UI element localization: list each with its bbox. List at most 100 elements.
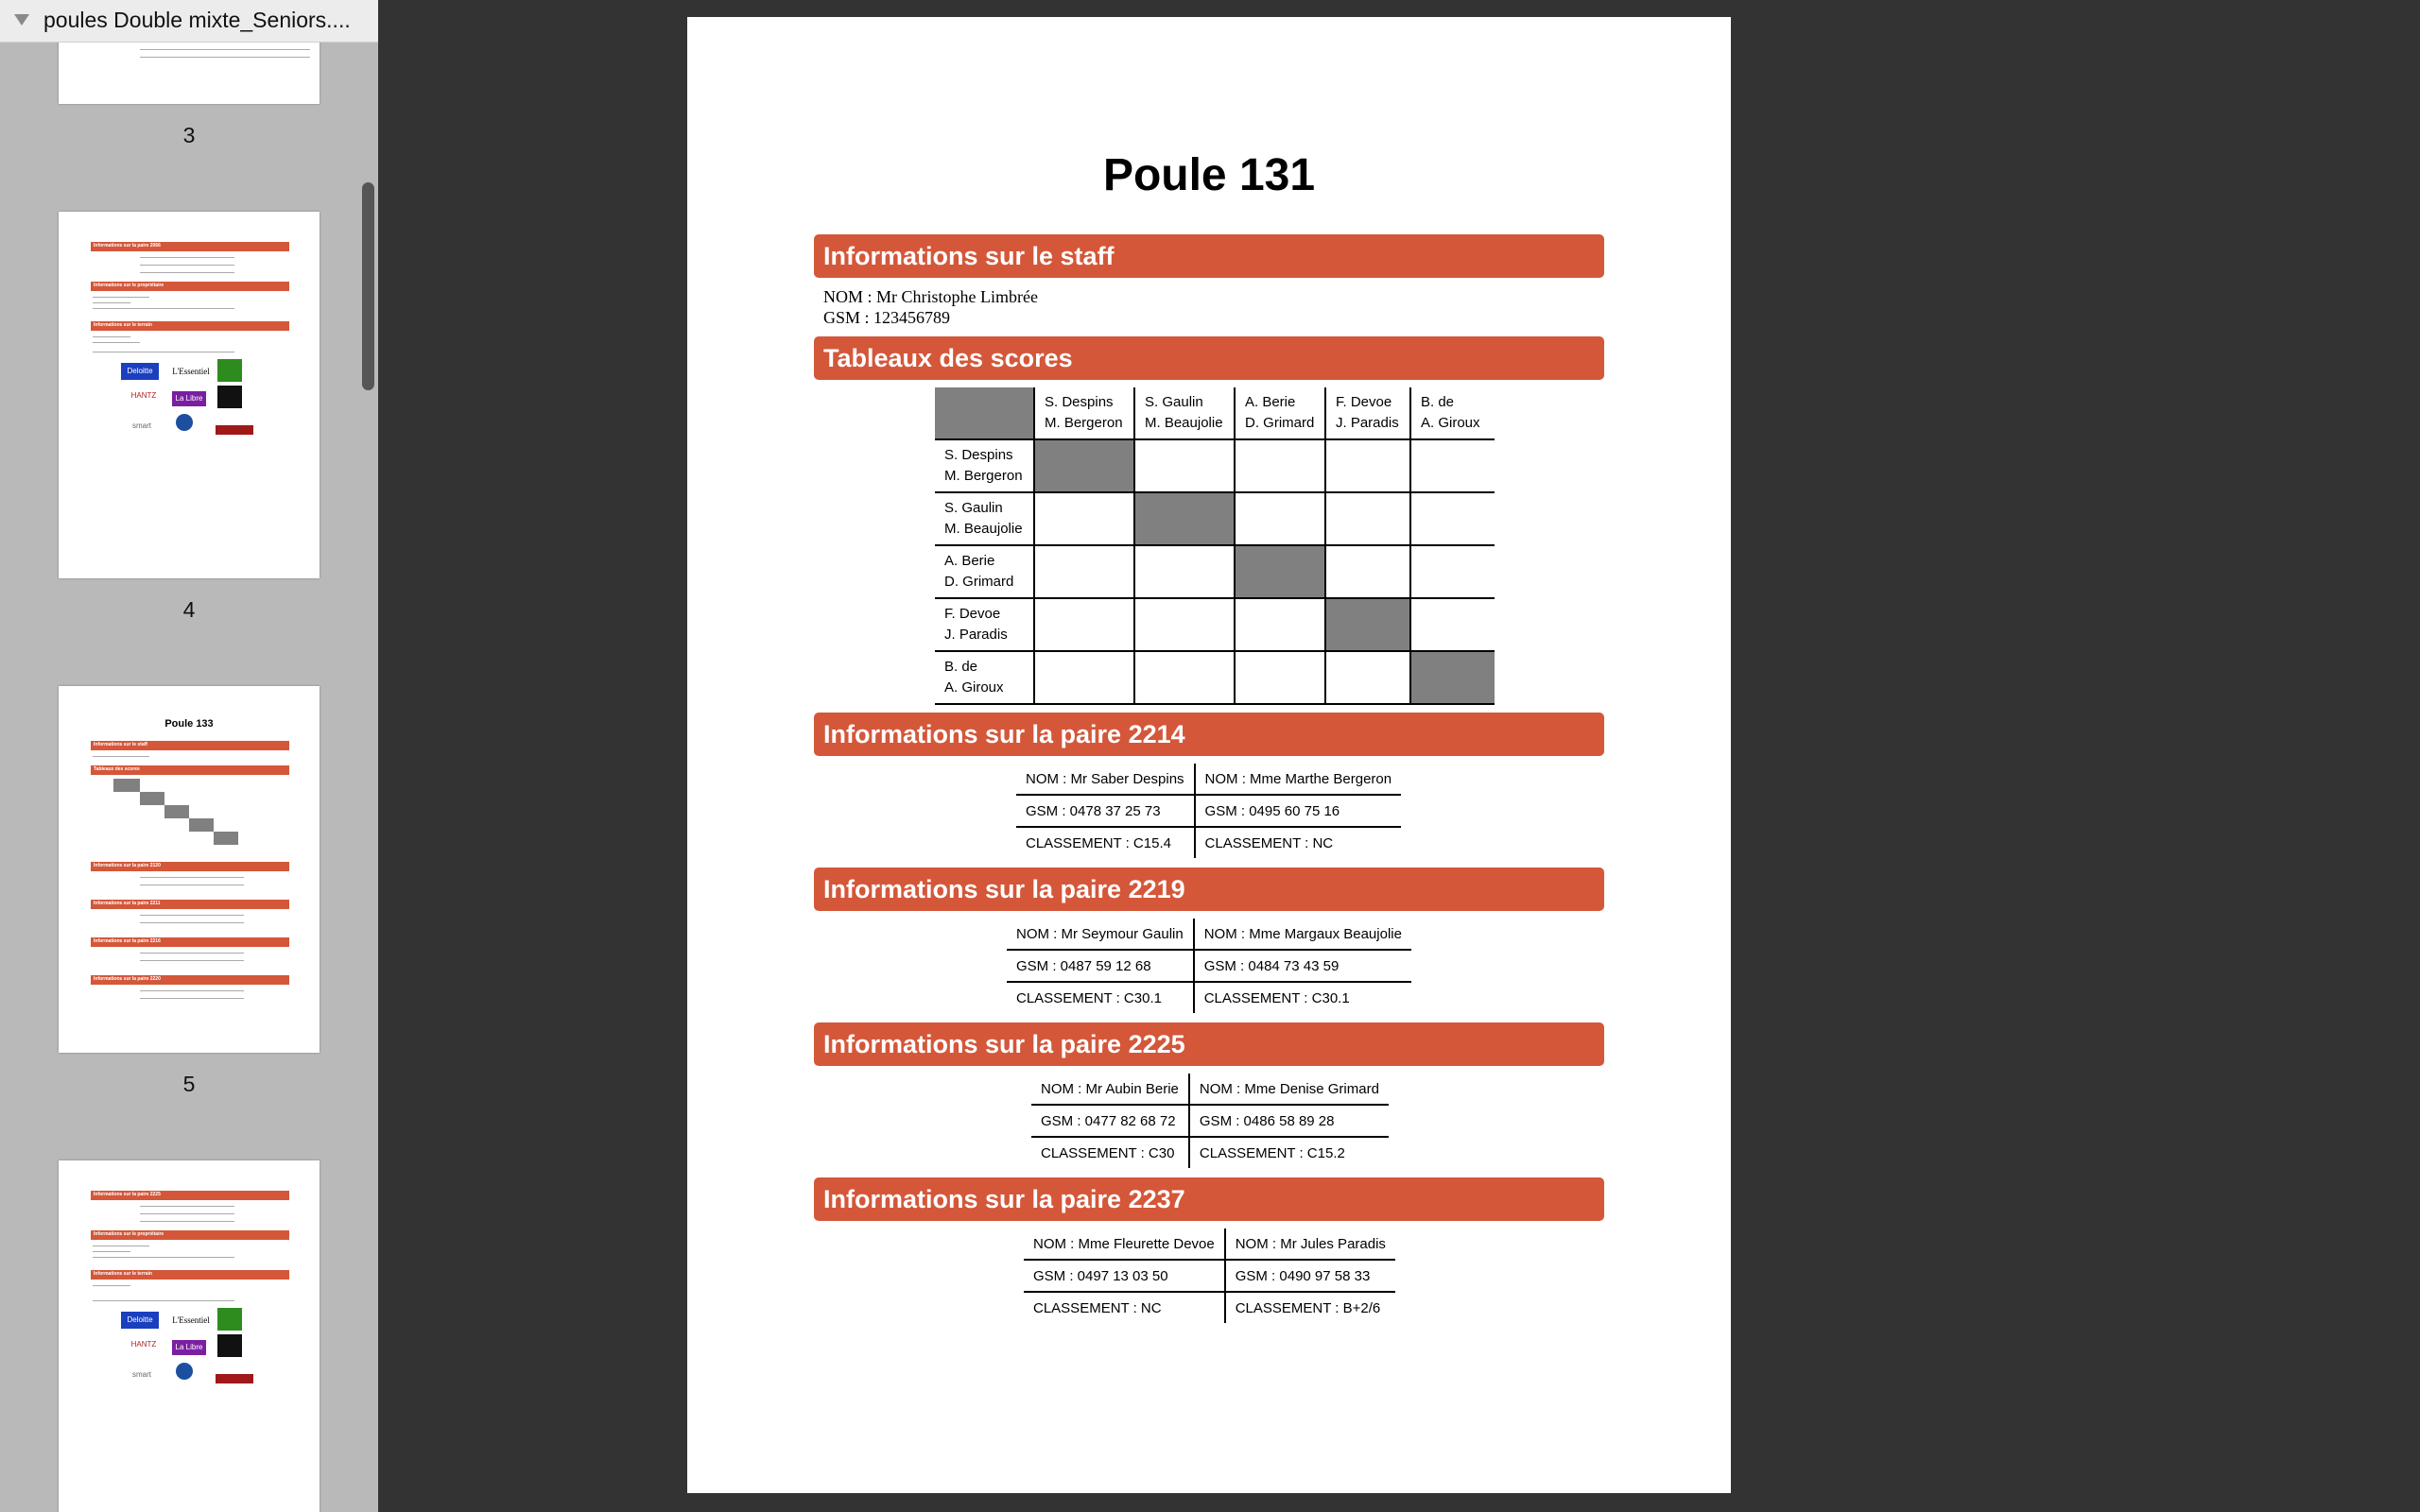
score-cell bbox=[1324, 544, 1411, 599]
player1-name: NOM : Mr Aubin Berie bbox=[1031, 1074, 1190, 1106]
table-row: A. Berie D. Grimard bbox=[935, 544, 1495, 599]
score-cell bbox=[1409, 650, 1495, 705]
player2-name: NOM : Mme Denise Grimard bbox=[1188, 1074, 1389, 1106]
table-row: GSM : 0487 59 12 68 GSM : 0484 73 43 59 bbox=[1007, 950, 1411, 983]
sidebar-header: poules Double mixte_Seniors.... bbox=[0, 0, 378, 43]
table-row: NOM : Mr Aubin Berie NOM : Mme Denise Gri… bbox=[1031, 1074, 1389, 1106]
score-cell bbox=[1133, 597, 1236, 652]
corner-cell bbox=[935, 387, 1035, 440]
section-pair-2225: Informations sur la paire 2225 bbox=[814, 1022, 1604, 1066]
score-cell bbox=[1409, 438, 1495, 493]
score-cell bbox=[1234, 544, 1326, 599]
table-header-row: S. Despins M. Bergeron S. Gaulin M. Beaujo… bbox=[935, 387, 1495, 440]
disclosure-triangle-icon[interactable] bbox=[14, 14, 29, 26]
score-cell bbox=[1033, 438, 1135, 493]
table-row: GSM : 0477 82 68 72 GSM : 0486 58 89 28 bbox=[1031, 1105, 1389, 1138]
row-header: S. Gaulin M. Beaujolie bbox=[935, 491, 1035, 546]
player2-rank: CLASSEMENT : C15.2 bbox=[1199, 1144, 1345, 1161]
row-header: B. de A. Giroux bbox=[935, 650, 1035, 705]
player2-rank: CLASSEMENT : C30.1 bbox=[1203, 989, 1350, 1006]
section-title: Tableaux des scores bbox=[823, 344, 1073, 372]
player1-gsm: GSM : 0487 59 12 68 bbox=[1007, 950, 1195, 983]
table-row: CLASSEMENT : C30 CLASSEMENT : C15.2 bbox=[1031, 1137, 1389, 1168]
score-cell bbox=[1033, 650, 1135, 705]
score-cell bbox=[1324, 491, 1411, 546]
section-pair-2214: Informations sur la paire 2214 bbox=[814, 713, 1604, 756]
pair-table: NOM : Mme Fleurette Devoe NOM : Mr Jules … bbox=[1024, 1228, 1395, 1323]
score-cell bbox=[1033, 597, 1135, 652]
score-cell bbox=[1324, 650, 1411, 705]
score-cell bbox=[1234, 597, 1326, 652]
table-row: NOM : Mr Seymour Gaulin NOM : Mme Margaux… bbox=[1007, 919, 1411, 951]
page-number: 4 bbox=[182, 597, 196, 622]
pair-table: NOM : Mr Aubin Berie NOM : Mme Denise Gri… bbox=[1031, 1074, 1389, 1168]
thumbnail-sidebar[interactable]: poules Double mixte_Seniors.... 3 Inform… bbox=[0, 0, 378, 1512]
player2-gsm: GSM : 0486 58 89 28 bbox=[1188, 1105, 1389, 1138]
pair-table: NOM : Mr Seymour Gaulin NOM : Mme Margaux… bbox=[1007, 919, 1411, 1013]
score-cell bbox=[1133, 438, 1236, 493]
table-row: GSM : 0497 13 03 50 GSM : 0490 97 58 33 bbox=[1024, 1260, 1395, 1293]
player1-rank: CLASSEMENT : NC bbox=[1024, 1292, 1226, 1323]
section-title: Informations sur le staff bbox=[823, 242, 1115, 270]
player1-gsm: GSM : 0477 82 68 72 bbox=[1031, 1105, 1190, 1138]
page-thumbnail[interactable]: Informations sur la paire 2225 Informati… bbox=[59, 1160, 320, 1512]
document-viewer[interactable]: Poule 131 Informations sur le staff NOM … bbox=[378, 0, 2420, 1512]
table-row: NOM : Mme Fleurette Devoe NOM : Mr Jules … bbox=[1024, 1228, 1395, 1261]
score-cell bbox=[1409, 597, 1495, 652]
page-thumbnail[interactable]: Poule 133 Informations sur le staff Tabl… bbox=[59, 686, 320, 1053]
score-cell bbox=[1324, 597, 1411, 652]
player2-name: NOM : Mme Margaux Beaujolie bbox=[1193, 919, 1411, 951]
section-title: Informations sur la paire 2214 bbox=[823, 720, 1185, 748]
section-pair-2237: Informations sur la paire 2237 bbox=[814, 1177, 1604, 1221]
score-cell bbox=[1033, 491, 1135, 546]
staff-gsm: GSM : 123456789 bbox=[823, 308, 951, 327]
player2-name: NOM : Mr Jules Paradis bbox=[1224, 1228, 1395, 1261]
player1-name: NOM : Mme Fleurette Devoe bbox=[1024, 1228, 1226, 1261]
pair-table: NOM : Mr Saber Despins NOM : Mme Marthe B… bbox=[1016, 764, 1402, 858]
player2-gsm: GSM : 0484 73 43 59 bbox=[1193, 950, 1411, 983]
row-header: S. Despins M. Bergeron bbox=[935, 438, 1035, 493]
section-title: Informations sur la paire 2219 bbox=[823, 875, 1185, 903]
document-page: Poule 131 Informations sur le staff NOM … bbox=[687, 17, 1731, 1493]
player1-name: NOM : Mr Saber Despins bbox=[1016, 764, 1196, 796]
page-number: 5 bbox=[182, 1072, 196, 1096]
player2-rank: CLASSEMENT : B+2/6 bbox=[1235, 1299, 1381, 1316]
score-cell bbox=[1234, 438, 1326, 493]
table-row: B. de A. Giroux bbox=[935, 650, 1495, 705]
row-header: F. Devoe J. Paradis bbox=[935, 597, 1035, 652]
player1-rank: CLASSEMENT : C30 bbox=[1031, 1137, 1190, 1168]
scores-table: S. Despins M. Bergeron S. Gaulin M. Beaujo… bbox=[935, 387, 1495, 705]
player1-gsm: GSM : 0478 37 25 73 bbox=[1016, 795, 1196, 828]
player1-name: NOM : Mr Seymour Gaulin bbox=[1007, 919, 1195, 951]
table-row: CLASSEMENT : NC CLASSEMENT : B+2/6 bbox=[1024, 1292, 1395, 1323]
column-header: B. de A. Giroux bbox=[1409, 387, 1495, 440]
score-cell bbox=[1409, 544, 1495, 599]
sidebar-scrollbar-thumb[interactable] bbox=[362, 182, 374, 390]
staff-name: NOM : Mr Christophe Limbrée bbox=[823, 287, 1038, 306]
page-title: Poule 131 bbox=[1102, 150, 1316, 200]
score-cell bbox=[1234, 491, 1326, 546]
section-pair-2219: Informations sur la paire 2219 bbox=[814, 868, 1604, 911]
player2-gsm: GSM : 0490 97 58 33 bbox=[1224, 1260, 1395, 1293]
page-number: 3 bbox=[182, 123, 196, 147]
score-cell bbox=[1133, 491, 1236, 546]
table-row: NOM : Mr Saber Despins NOM : Mme Marthe B… bbox=[1016, 764, 1402, 796]
table-row: CLASSEMENT : C30.1 CLASSEMENT : C30.1 bbox=[1007, 982, 1411, 1013]
table-row: S. Gaulin M. Beaujolie bbox=[935, 491, 1495, 546]
column-header: A. Berie D. Grimard bbox=[1234, 387, 1326, 440]
player1-gsm: GSM : 0497 13 03 50 bbox=[1024, 1260, 1226, 1293]
table-row: GSM : 0478 37 25 73 GSM : 0495 60 75 16 bbox=[1016, 795, 1402, 828]
table-row: CLASSEMENT : C15.4 CLASSEMENT : NC bbox=[1016, 827, 1401, 858]
section-scores: Tableaux des scores bbox=[814, 336, 1604, 380]
document-title: poules Double mixte_Seniors.... bbox=[43, 8, 351, 32]
column-header: S. Gaulin M. Beaujolie bbox=[1133, 387, 1236, 440]
page-thumbnail[interactable]: Informations sur la paire 2066 Informati… bbox=[59, 212, 320, 578]
player1-rank: CLASSEMENT : C15.4 bbox=[1016, 827, 1196, 858]
player1-rank: CLASSEMENT : C30.1 bbox=[1007, 982, 1195, 1013]
score-cell bbox=[1133, 650, 1236, 705]
table-row: F. Devoe J. Paradis bbox=[935, 597, 1495, 652]
row-header: A. Berie D. Grimard bbox=[935, 544, 1035, 599]
player2-gsm: GSM : 0495 60 75 16 bbox=[1194, 795, 1402, 828]
score-cell bbox=[1133, 544, 1236, 599]
score-cell bbox=[1324, 438, 1411, 493]
